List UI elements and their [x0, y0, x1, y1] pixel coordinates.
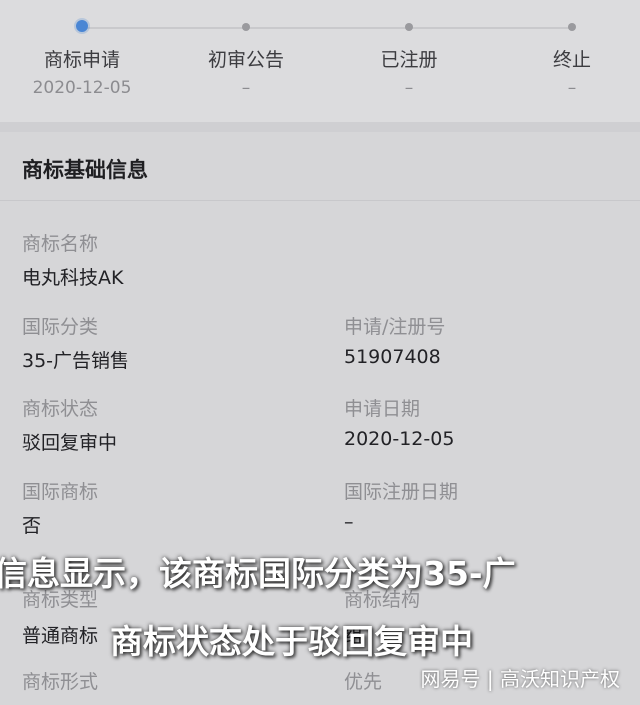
step-date: –: [567, 78, 577, 98]
timeline-track: [82, 27, 572, 29]
trademark-name-label: 商标名称: [22, 233, 99, 255]
trademark-type-value: 普通商标: [22, 625, 99, 647]
step-label: 终止: [552, 49, 591, 71]
intl-class-value: 35-广告销售: [22, 350, 130, 372]
subtitle-line-2: 商标状态处于驳回复审中: [110, 622, 473, 661]
watermark: 网易号 | 高沃知识产权: [420, 667, 620, 691]
status-timeline: 商标申请 2020-12-05 初审公告 – 已注册 – 终止 –: [0, 0, 640, 122]
intl-mark-value: 否: [22, 515, 42, 537]
intl-class-label: 国际分类: [22, 316, 99, 338]
step-dot-icon: [242, 23, 250, 31]
section-title: 商标基础信息: [22, 158, 148, 182]
step-label: 已注册: [380, 49, 438, 71]
step-dot-icon: [405, 23, 413, 31]
step-date: 2020-12-05: [32, 78, 132, 98]
step-date: –: [241, 78, 251, 98]
apply-date-value: 2020-12-05: [344, 428, 455, 450]
step-date: –: [404, 78, 414, 98]
intl-mark-label: 国际商标: [22, 481, 99, 503]
priority-label: 优先: [344, 671, 383, 693]
trademark-form-label: 商标形式: [22, 671, 99, 693]
step-dot-icon: [568, 23, 576, 31]
reg-number-value: 51907408: [344, 346, 441, 368]
step-label: 商标申请: [43, 49, 120, 71]
intl-reg-date-value: –: [344, 511, 354, 533]
title-underline: [0, 200, 640, 201]
apply-date-label: 申请日期: [344, 398, 421, 420]
step-label: 初审公告: [207, 49, 284, 71]
status-value: 驳回复审中: [22, 432, 118, 454]
subtitle-line-1: 信息显示，该商标国际分类为35-广: [0, 554, 516, 593]
section-divider: [0, 122, 640, 132]
active-step-dot-icon: [76, 20, 88, 32]
intl-reg-date-label: 国际注册日期: [344, 481, 459, 503]
trademark-name-value: 电丸科技AK: [22, 267, 124, 289]
status-label: 商标状态: [22, 398, 99, 420]
reg-number-label: 申请/注册号: [344, 316, 446, 338]
